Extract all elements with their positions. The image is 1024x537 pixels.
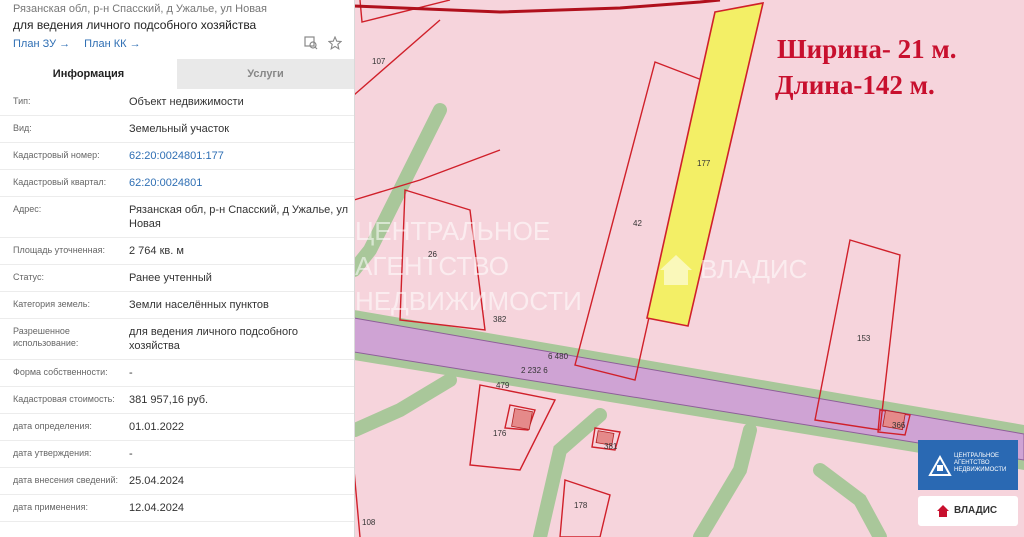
table-row: Адрес: Рязанская обл, р-н Спасский, д Ужа… [0, 197, 354, 238]
parcel-label-382: 382 [493, 315, 507, 324]
parcel-label-42: 42 [633, 219, 642, 228]
table-row: Форма собственности: - [0, 360, 354, 387]
parcel-label-176: 176 [493, 429, 507, 438]
logo-text-line3: НЕДВИЖИМОСТИ [954, 467, 1007, 473]
table-row: Статус: Ранее учтенный [0, 265, 354, 292]
table-row: дата внесения сведений: 25.04.2024 [0, 468, 354, 495]
property-table: Тип: Объект недвижимости Вид: Земельный уч… [0, 89, 354, 522]
caption-width: Ширина- 21 м. [777, 34, 957, 64]
parcel-label-153: 153 [857, 334, 871, 343]
watermark-line2: АГЕНТСТВО [355, 251, 509, 281]
logo-text-line1: ЦЕНТРАЛЬНОЕ [954, 453, 1000, 459]
parcel-label-107: 107 [372, 57, 386, 66]
address-line: Рязанская обл, р-н Спасский, д Ужалье, у… [13, 3, 267, 15]
search-zoom-icon[interactable] [304, 36, 318, 50]
parcel-label-177: 177 [697, 159, 711, 168]
parcel-label-108: 108 [362, 518, 376, 527]
brand-badge-text: ВЛАДИС [954, 505, 998, 516]
road-label-6480: 6 480 [548, 352, 569, 361]
table-row: Вид: Земельный участок [0, 116, 354, 143]
table-row: дата применения: 12.04.2024 [0, 495, 354, 522]
plan-kk-link[interactable]: План КК → [84, 38, 140, 50]
table-row: дата определения: 01.01.2022 [0, 414, 354, 441]
table-row: Кадастровый квартал: 62:20:0024801 [0, 170, 354, 197]
caption-length: Длина-142 м. [775, 70, 935, 100]
cadastral-quarter-link[interactable]: 62:20:0024801 [129, 176, 349, 190]
table-row: Тип: Объект недвижимости [0, 89, 354, 116]
logo-building-icon [928, 454, 952, 476]
info-panel: Рязанская обл, р-н Спасский, д Ужалье, у… [0, 0, 355, 537]
road-label-479: 479 [496, 381, 510, 390]
purpose-line: для ведения личного подсобного хозяйства [13, 18, 257, 32]
cadastral-number-link[interactable]: 62:20:0024801:177 [129, 149, 349, 163]
star-icon[interactable] [327, 35, 343, 50]
table-row: Категория земель: Земли населённых пункто… [0, 292, 354, 319]
plan-zu-link[interactable]: План ЗУ → [13, 38, 70, 50]
parcel-label-366: 366 [892, 421, 906, 430]
tab-information[interactable]: Информация [0, 59, 177, 89]
road-label-2232: 2 232 6 [521, 366, 548, 375]
tab-services[interactable]: Услуги [177, 59, 354, 89]
watermark-brand: ВЛАДИС [700, 254, 807, 284]
brand-badge: ВЛАДИС [918, 496, 1018, 526]
parcel-label-381: 381 [604, 442, 618, 451]
table-row: Кадастровая стоимость: 381 957,16 руб. [0, 387, 354, 414]
agency-logo: ЦЕНТРАЛЬНОЕ АГЕНТСТВО НЕДВИЖИМОСТИ [918, 440, 1018, 490]
brand-house-icon [937, 505, 949, 517]
table-row: Площадь уточненная: 2 764 кв. м [0, 238, 354, 265]
watermark-line1: ЦЕНТРАЛЬНОЕ [355, 216, 550, 246]
table-row: Кадастровый номер: 62:20:0024801:177 [0, 143, 354, 170]
table-row: Разрешенное использование: для ведения ли… [0, 319, 354, 360]
table-row: дата утверждения: - [0, 441, 354, 468]
watermark-line3: НЕДВИЖИМОСТИ [355, 286, 582, 316]
logo-text-line2: АГЕНТСТВО [954, 460, 990, 466]
parcel-label-178: 178 [574, 501, 588, 510]
